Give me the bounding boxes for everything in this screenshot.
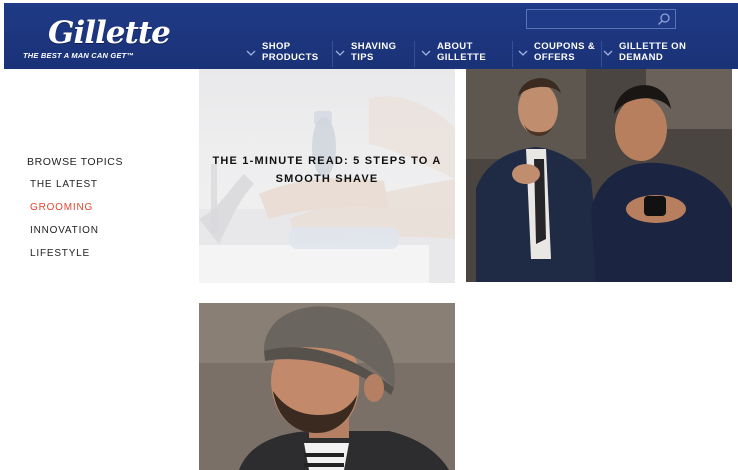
chevron-down-icon xyxy=(518,50,528,56)
topic-grooming[interactable]: GROOMING xyxy=(30,202,93,213)
article-image xyxy=(199,303,455,470)
nav-divider xyxy=(601,41,602,67)
topic-lifestyle[interactable]: LIFESTYLE xyxy=(30,248,90,259)
browse-topics-heading: BROWSE TOPICS xyxy=(27,156,124,168)
chevron-down-icon xyxy=(335,50,345,56)
topic-innovation[interactable]: INNOVATION xyxy=(30,225,99,236)
gillette-logo[interactable]: Gillette xyxy=(48,15,171,51)
nav-divider xyxy=(512,41,513,67)
nav-divider xyxy=(414,41,415,67)
chevron-down-icon xyxy=(603,50,613,56)
article-card-two-men[interactable] xyxy=(466,69,732,282)
article-title[interactable]: THE 1-MINUTE READ: 5 STEPS TO A SMOOTH S… xyxy=(209,152,445,188)
article-card-beanie-man[interactable] xyxy=(199,303,455,470)
tagline: THE BEST A MAN CAN GET™ xyxy=(23,51,135,60)
chevron-down-icon xyxy=(421,50,431,56)
search-input[interactable] xyxy=(529,11,663,27)
nav-label: SHAVING TIPS xyxy=(351,41,397,63)
article-image xyxy=(466,69,732,282)
article-card-smooth-shave[interactable]: THE 1-MINUTE READ: 5 STEPS TO A SMOOTH S… xyxy=(199,69,455,283)
chevron-down-icon xyxy=(246,50,256,56)
nav-shaving-tips[interactable]: SHAVING TIPS xyxy=(335,41,397,67)
nav-label: ABOUT GILLETTE xyxy=(437,41,487,63)
nav-coupons-offers[interactable]: COUPONS & OFFERS xyxy=(518,41,596,67)
nav-label: COUPONS & OFFERS xyxy=(534,41,596,63)
search-box[interactable] xyxy=(526,9,676,29)
nav-about-gillette[interactable]: ABOUT GILLETTE xyxy=(421,41,487,67)
site-header: Gillette THE BEST A MAN CAN GET™ SHOP PR… xyxy=(4,3,738,69)
nav-shop-products[interactable]: SHOP PRODUCTS xyxy=(246,41,319,67)
topic-the-latest[interactable]: THE LATEST xyxy=(30,179,98,190)
nav-divider xyxy=(332,41,333,67)
nav-label: GILLETTE ON DEMAND xyxy=(619,41,687,63)
search-icon[interactable] xyxy=(657,12,671,26)
nav-gillette-on-demand[interactable]: GILLETTE ON DEMAND xyxy=(603,41,687,67)
nav-label: SHOP PRODUCTS xyxy=(262,41,319,63)
